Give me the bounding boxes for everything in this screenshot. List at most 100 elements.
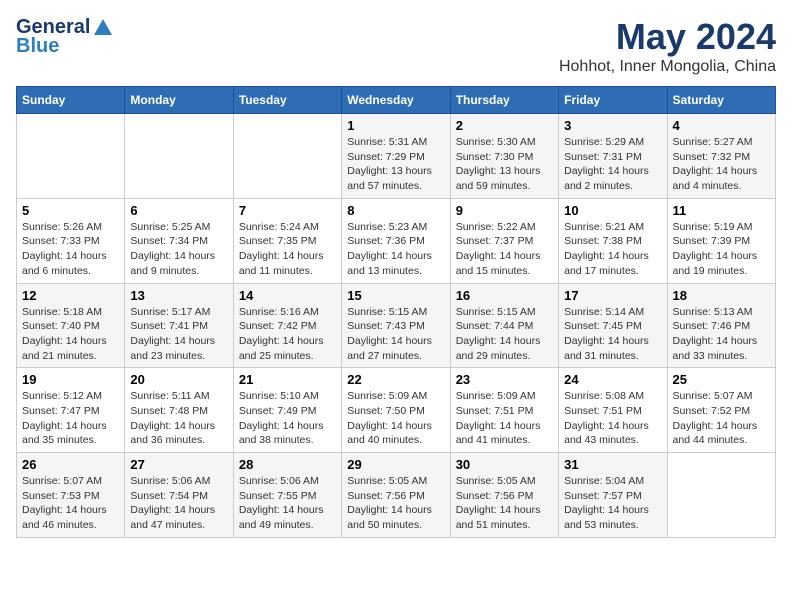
- day-info: Sunrise: 5:10 AM Sunset: 7:49 PM Dayligh…: [239, 389, 336, 448]
- day-number: 19: [22, 372, 119, 387]
- logo-icon: [92, 17, 114, 39]
- day-number: 14: [239, 288, 336, 303]
- day-number: 4: [673, 118, 770, 133]
- day-cell: 10Sunrise: 5:21 AM Sunset: 7:38 PM Dayli…: [559, 198, 667, 283]
- day-number: 22: [347, 372, 444, 387]
- day-cell: 5Sunrise: 5:26 AM Sunset: 7:33 PM Daylig…: [17, 198, 125, 283]
- day-number: 11: [673, 203, 770, 218]
- day-info: Sunrise: 5:07 AM Sunset: 7:52 PM Dayligh…: [673, 389, 770, 448]
- day-cell: 4 Sunrise: 5:27 AM Sunset: 7:32 PM Daylig…: [667, 114, 775, 199]
- week-row-1: 1Sunrise: 5:31 AM Sunset: 7:29 PM Daylig…: [17, 114, 776, 199]
- day-cell: 23 Sunrise: 5:09 AM Sunset: 7:51 PM Dayli…: [450, 368, 558, 453]
- day-info: Sunrise: 5:18 AM Sunset: 7:40 PM Dayligh…: [22, 305, 119, 364]
- day-number: 31: [564, 457, 661, 472]
- day-info: Sunrise: 5:16 AM Sunset: 7:42 PM Dayligh…: [239, 305, 336, 364]
- day-number: 12: [22, 288, 119, 303]
- day-cell: 29 Sunrise: 5:05 AM Sunset: 7:56 PM Dayli…: [342, 453, 450, 538]
- day-cell: [17, 114, 125, 199]
- day-header-sunday: Sunday: [17, 87, 125, 114]
- page-header: General Blue May 2024 Hohhot, Inner Mong…: [16, 16, 776, 76]
- day-cell: 26 Sunrise: 5:07 AM Sunset: 7:53 PM Dayli…: [17, 453, 125, 538]
- day-info: Sunrise: 5:29 AM Sunset: 7:31 PM Dayligh…: [564, 135, 661, 194]
- day-cell: 6Sunrise: 5:25 AM Sunset: 7:34 PM Daylig…: [125, 198, 233, 283]
- day-cell: 14 Sunrise: 5:16 AM Sunset: 7:42 PM Dayli…: [233, 283, 341, 368]
- day-cell: [233, 114, 341, 199]
- day-number: 15: [347, 288, 444, 303]
- day-number: 30: [456, 457, 553, 472]
- day-header-saturday: Saturday: [667, 87, 775, 114]
- day-number: 10: [564, 203, 661, 218]
- week-row-2: 5Sunrise: 5:26 AM Sunset: 7:33 PM Daylig…: [17, 198, 776, 283]
- day-info: Sunrise: 5:05 AM Sunset: 7:56 PM Dayligh…: [456, 474, 553, 533]
- day-cell: 7 Sunrise: 5:24 AM Sunset: 7:35 PM Daylig…: [233, 198, 341, 283]
- day-number: 24: [564, 372, 661, 387]
- day-cell: 1Sunrise: 5:31 AM Sunset: 7:29 PM Daylig…: [342, 114, 450, 199]
- day-cell: 8Sunrise: 5:23 AM Sunset: 7:36 PM Daylig…: [342, 198, 450, 283]
- day-cell: 12 Sunrise: 5:18 AM Sunset: 7:40 PM Dayli…: [17, 283, 125, 368]
- day-number: 1: [347, 118, 444, 133]
- day-cell: [667, 453, 775, 538]
- day-number: 17: [564, 288, 661, 303]
- day-number: 28: [239, 457, 336, 472]
- day-number: 7: [239, 203, 336, 218]
- day-info: Sunrise: 5:06 AM Sunset: 7:54 PM Dayligh…: [130, 474, 227, 533]
- day-info: Sunrise: 5:13 AM Sunset: 7:46 PM Dayligh…: [673, 305, 770, 364]
- day-cell: 19Sunrise: 5:12 AM Sunset: 7:47 PM Dayli…: [17, 368, 125, 453]
- day-cell: 21 Sunrise: 5:10 AM Sunset: 7:49 PM Dayli…: [233, 368, 341, 453]
- day-cell: 30 Sunrise: 5:05 AM Sunset: 7:56 PM Dayli…: [450, 453, 558, 538]
- day-header-tuesday: Tuesday: [233, 87, 341, 114]
- day-info: Sunrise: 5:08 AM Sunset: 7:51 PM Dayligh…: [564, 389, 661, 448]
- day-info: Sunrise: 5:19 AM Sunset: 7:39 PM Dayligh…: [673, 220, 770, 279]
- day-cell: [125, 114, 233, 199]
- calendar-table: SundayMondayTuesdayWednesdayThursdayFrid…: [16, 86, 776, 538]
- day-info: Sunrise: 5:30 AM Sunset: 7:30 PM Dayligh…: [456, 135, 553, 194]
- day-info: Sunrise: 5:11 AM Sunset: 7:48 PM Dayligh…: [130, 389, 227, 448]
- month-title: May 2024: [559, 16, 776, 58]
- title-area: May 2024 Hohhot, Inner Mongolia, China: [559, 16, 776, 76]
- day-cell: 9Sunrise: 5:22 AM Sunset: 7:37 PM Daylig…: [450, 198, 558, 283]
- day-cell: 27 Sunrise: 5:06 AM Sunset: 7:54 PM Dayli…: [125, 453, 233, 538]
- day-number: 27: [130, 457, 227, 472]
- day-info: Sunrise: 5:05 AM Sunset: 7:56 PM Dayligh…: [347, 474, 444, 533]
- day-info: Sunrise: 5:23 AM Sunset: 7:36 PM Dayligh…: [347, 220, 444, 279]
- day-header-monday: Monday: [125, 87, 233, 114]
- day-info: Sunrise: 5:15 AM Sunset: 7:44 PM Dayligh…: [456, 305, 553, 364]
- day-cell: 18 Sunrise: 5:13 AM Sunset: 7:46 PM Dayli…: [667, 283, 775, 368]
- logo: General Blue: [16, 16, 114, 58]
- location-subtitle: Hohhot, Inner Mongolia, China: [559, 58, 776, 76]
- day-info: Sunrise: 5:09 AM Sunset: 7:51 PM Dayligh…: [456, 389, 553, 448]
- logo-blue-text: Blue: [16, 35, 59, 58]
- day-info: Sunrise: 5:22 AM Sunset: 7:37 PM Dayligh…: [456, 220, 553, 279]
- day-cell: 17 Sunrise: 5:14 AM Sunset: 7:45 PM Dayli…: [559, 283, 667, 368]
- day-number: 6: [130, 203, 227, 218]
- day-cell: 28 Sunrise: 5:06 AM Sunset: 7:55 PM Dayli…: [233, 453, 341, 538]
- week-row-4: 19Sunrise: 5:12 AM Sunset: 7:47 PM Dayli…: [17, 368, 776, 453]
- day-number: 18: [673, 288, 770, 303]
- day-number: 13: [130, 288, 227, 303]
- day-info: Sunrise: 5:04 AM Sunset: 7:57 PM Dayligh…: [564, 474, 661, 533]
- week-row-3: 12 Sunrise: 5:18 AM Sunset: 7:40 PM Dayli…: [17, 283, 776, 368]
- day-number: 26: [22, 457, 119, 472]
- day-cell: 2 Sunrise: 5:30 AM Sunset: 7:30 PM Daylig…: [450, 114, 558, 199]
- day-number: 23: [456, 372, 553, 387]
- day-number: 29: [347, 457, 444, 472]
- day-info: Sunrise: 5:14 AM Sunset: 7:45 PM Dayligh…: [564, 305, 661, 364]
- day-info: Sunrise: 5:15 AM Sunset: 7:43 PM Dayligh…: [347, 305, 444, 364]
- day-cell: 3Sunrise: 5:29 AM Sunset: 7:31 PM Daylig…: [559, 114, 667, 199]
- day-number: 2: [456, 118, 553, 133]
- calendar-body: 1Sunrise: 5:31 AM Sunset: 7:29 PM Daylig…: [17, 114, 776, 538]
- day-cell: 11 Sunrise: 5:19 AM Sunset: 7:39 PM Dayli…: [667, 198, 775, 283]
- day-info: Sunrise: 5:26 AM Sunset: 7:33 PM Dayligh…: [22, 220, 119, 279]
- day-number: 21: [239, 372, 336, 387]
- header-row: SundayMondayTuesdayWednesdayThursdayFrid…: [17, 87, 776, 114]
- day-info: Sunrise: 5:27 AM Sunset: 7:32 PM Dayligh…: [673, 135, 770, 194]
- day-cell: 31 Sunrise: 5:04 AM Sunset: 7:57 PM Dayli…: [559, 453, 667, 538]
- day-info: Sunrise: 5:17 AM Sunset: 7:41 PM Dayligh…: [130, 305, 227, 364]
- day-header-wednesday: Wednesday: [342, 87, 450, 114]
- day-cell: 20Sunrise: 5:11 AM Sunset: 7:48 PM Dayli…: [125, 368, 233, 453]
- day-cell: 13 Sunrise: 5:17 AM Sunset: 7:41 PM Dayli…: [125, 283, 233, 368]
- day-info: Sunrise: 5:07 AM Sunset: 7:53 PM Dayligh…: [22, 474, 119, 533]
- day-info: Sunrise: 5:24 AM Sunset: 7:35 PM Dayligh…: [239, 220, 336, 279]
- day-cell: 16Sunrise: 5:15 AM Sunset: 7:44 PM Dayli…: [450, 283, 558, 368]
- day-info: Sunrise: 5:06 AM Sunset: 7:55 PM Dayligh…: [239, 474, 336, 533]
